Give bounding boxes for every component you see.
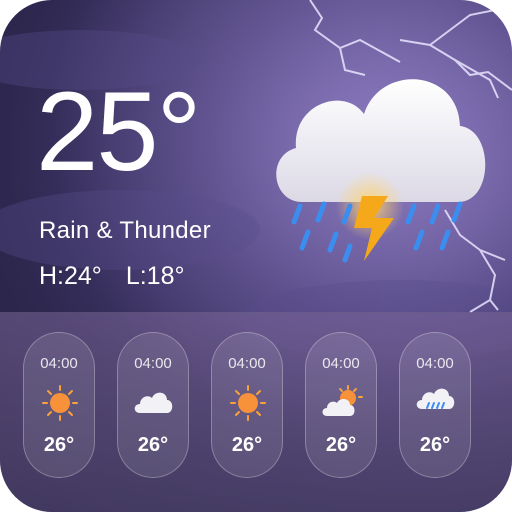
- weather-widget[interactable]: 25° Rain & Thunder H:24° L:18° 04:00 26°…: [0, 0, 512, 512]
- partly-cloudy-icon: [322, 385, 363, 416]
- forecast-time: 04:00: [228, 355, 266, 372]
- sun-icon: [42, 385, 78, 421]
- forecast-time: 04:00: [40, 355, 78, 372]
- forecast-time: 04:00: [134, 355, 172, 372]
- forecast-time: 04:00: [416, 355, 454, 372]
- forecast-item[interactable]: 04:00 26°: [117, 332, 189, 478]
- forecast-temperature: 26°: [137, 434, 169, 456]
- hourly-forecast: 04:00 26° 04:00 26° 04:00 26° 04:00 26° …: [23, 332, 493, 480]
- forecast-item[interactable]: 04:00 26°: [23, 332, 95, 478]
- forecast-item[interactable]: 04:00 26°: [399, 332, 471, 478]
- forecast-temperature: 26°: [231, 434, 263, 456]
- forecast-temperature: 26°: [419, 434, 451, 456]
- low-temperature: L:18°: [125, 262, 185, 290]
- forecast-item[interactable]: 04:00 26°: [305, 332, 377, 478]
- high-low: H:24° L:18°: [39, 262, 184, 291]
- forecast-time: 04:00: [322, 355, 360, 372]
- condition-label: Rain & Thunder: [39, 217, 211, 244]
- cloud-icon: [134, 392, 173, 413]
- forecast-temperature: 26°: [325, 434, 357, 456]
- forecast-item[interactable]: 04:00 26°: [211, 332, 283, 478]
- cloud-rain-thunder-icon: [276, 79, 486, 263]
- sun-icon: [230, 385, 266, 421]
- high-temperature: H:24°: [39, 262, 102, 290]
- current-temperature: 25°: [36, 69, 201, 194]
- cloud-rain-icon: [416, 388, 455, 409]
- forecast-temperature: 26°: [43, 434, 75, 456]
